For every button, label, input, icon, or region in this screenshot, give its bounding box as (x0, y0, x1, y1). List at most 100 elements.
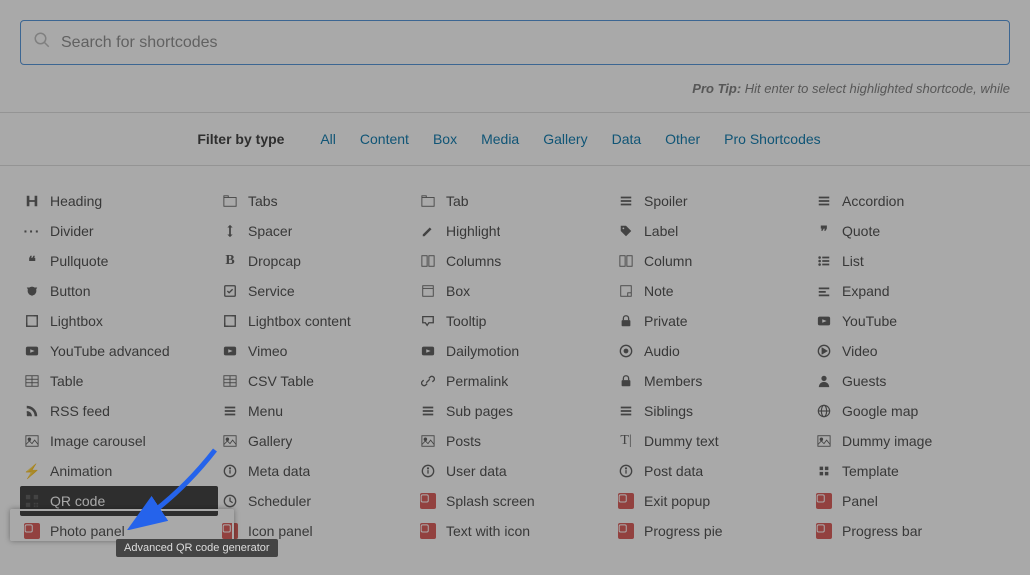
shortcode-label: Lightbox content (248, 313, 351, 329)
menu-icon (420, 403, 436, 419)
shortcode-meta-data[interactable]: Meta data (218, 456, 416, 486)
shortcode-lightbox-content[interactable]: Lightbox content (218, 306, 416, 336)
shortcode-lightbox[interactable]: Lightbox (20, 306, 218, 336)
shortcode-sub-pages[interactable]: Sub pages (416, 396, 614, 426)
shortcode-panel[interactable]: ▢Panel (812, 486, 1010, 516)
shortcode-post-data[interactable]: Post data (614, 456, 812, 486)
yt-icon (420, 343, 436, 359)
shortcode-google-map[interactable]: Google map (812, 396, 1010, 426)
shortcode-pullquote[interactable]: ❝Pullquote (20, 246, 218, 276)
shortcode-label: Posts (446, 433, 481, 449)
shortcode-label: Button (50, 283, 90, 299)
shortcode-column[interactable]: Column (614, 246, 812, 276)
filter-link-data[interactable]: Data (612, 131, 642, 147)
modal-root: Pro Tip: Hit enter to select highlighted… (0, 0, 1030, 575)
yt-icon (222, 343, 238, 359)
filter-link-pro-shortcodes[interactable]: Pro Shortcodes (724, 131, 821, 147)
shortcode-heading[interactable]: Heading (20, 186, 218, 216)
shortcode-image-carousel[interactable]: Image carousel (20, 426, 218, 456)
shortcode-youtube-advanced[interactable]: YouTube advanced (20, 336, 218, 366)
table-icon (222, 373, 238, 389)
shortcode-spoiler[interactable]: Spoiler (614, 186, 812, 216)
shortcode-qr-code[interactable]: QR code (20, 486, 218, 516)
shortcode-tabs[interactable]: Tabs (218, 186, 416, 216)
filter-link-box[interactable]: Box (433, 131, 457, 147)
shortcode-exit-popup[interactable]: ▢Exit popup (614, 486, 812, 516)
shortcode-guests[interactable]: Guests (812, 366, 1010, 396)
lock-icon (618, 373, 634, 389)
shortcode-splash-screen[interactable]: ▢Splash screen (416, 486, 614, 516)
shortcode-tooltip[interactable]: Tooltip (416, 306, 614, 336)
shortcode-label: Pullquote (50, 253, 108, 269)
menu-icon (816, 193, 832, 209)
shortcode-user-data[interactable]: User data (416, 456, 614, 486)
shortcode-button[interactable]: Button (20, 276, 218, 306)
shortcode-scheduler[interactable]: Scheduler (218, 486, 416, 516)
search-field[interactable] (20, 20, 1010, 65)
shortcode-label: Note (644, 283, 674, 299)
shortcode-label: Scheduler (248, 493, 311, 509)
shortcode-private[interactable]: Private (614, 306, 812, 336)
cols-icon (618, 253, 634, 269)
shortcode-video[interactable]: Video (812, 336, 1010, 366)
shortcode-service[interactable]: Service (218, 276, 416, 306)
shortcode-highlight[interactable]: Highlight (416, 216, 614, 246)
shortcode-animation[interactable]: ⚡Animation (20, 456, 218, 486)
shortcode-text-with-icon[interactable]: ▢Text with icon (416, 516, 614, 546)
shortcode-divider[interactable]: ···Divider (20, 216, 218, 246)
shortcode-box[interactable]: Box (416, 276, 614, 306)
shortcode-accordion[interactable]: Accordion (812, 186, 1010, 216)
shortcode-columns[interactable]: Columns (416, 246, 614, 276)
shortcode-vimeo[interactable]: Vimeo (218, 336, 416, 366)
heading-icon (24, 193, 40, 209)
shortcode-label[interactable]: Label (614, 216, 812, 246)
shortcode-label: Siblings (644, 403, 693, 419)
user-icon (816, 373, 832, 389)
info-icon (618, 463, 634, 479)
shortcode-note[interactable]: Note (614, 276, 812, 306)
yt-icon (816, 313, 832, 329)
shortcode-label: Progress bar (842, 523, 922, 539)
shortcode-posts[interactable]: Posts (416, 426, 614, 456)
shortcode-dailymotion[interactable]: Dailymotion (416, 336, 614, 366)
shortcode-template[interactable]: Template (812, 456, 1010, 486)
shortcode-label: Progress pie (644, 523, 723, 539)
shortcode-label: Tab (446, 193, 469, 209)
shortcode-youtube[interactable]: YouTube (812, 306, 1010, 336)
shortcode-label: Column (644, 253, 692, 269)
filter-link-all[interactable]: All (320, 131, 336, 147)
shortcode-label: Video (842, 343, 878, 359)
shortcode-dropcap[interactable]: BDropcap (218, 246, 416, 276)
search-input[interactable] (61, 34, 997, 52)
filter-link-other[interactable]: Other (665, 131, 700, 147)
filter-link-content[interactable]: Content (360, 131, 409, 147)
shortcode-audio[interactable]: Audio (614, 336, 812, 366)
shortcode-rss-feed[interactable]: RSS feed (20, 396, 218, 426)
dropcap-icon: B (222, 253, 238, 269)
filter-link-media[interactable]: Media (481, 131, 519, 147)
shortcode-progress-pie[interactable]: ▢Progress pie (614, 516, 812, 546)
shortcode-label: Spoiler (644, 193, 688, 209)
pro-tip-label: Pro Tip: (692, 81, 741, 96)
pro-icon: ▢ (816, 523, 832, 539)
shortcode-table[interactable]: Table (20, 366, 218, 396)
shortcode-expand[interactable]: Expand (812, 276, 1010, 306)
shortcode-permalink[interactable]: Permalink (416, 366, 614, 396)
shortcode-progress-bar[interactable]: ▢ Progress bar (812, 516, 1010, 546)
shortcode-csv-table[interactable]: CSV Table (218, 366, 416, 396)
info-icon (222, 463, 238, 479)
shortcode-label: Sub pages (446, 403, 513, 419)
shortcode-dummy-image[interactable]: Dummy image (812, 426, 1010, 456)
audio-icon (618, 343, 634, 359)
shortcode-gallery[interactable]: Gallery (218, 426, 416, 456)
shortcode-quote[interactable]: ❞Quote (812, 216, 1010, 246)
shortcode-label: Guests (842, 373, 886, 389)
shortcode-members[interactable]: Members (614, 366, 812, 396)
shortcode-siblings[interactable]: Siblings (614, 396, 812, 426)
shortcode-list[interactable]: List (812, 246, 1010, 276)
filter-link-gallery[interactable]: Gallery (543, 131, 587, 147)
shortcode-dummy-text[interactable]: T|Dummy text (614, 426, 812, 456)
shortcode-menu[interactable]: Menu (218, 396, 416, 426)
shortcode-spacer[interactable]: Spacer (218, 216, 416, 246)
shortcode-tab[interactable]: Tab (416, 186, 614, 216)
